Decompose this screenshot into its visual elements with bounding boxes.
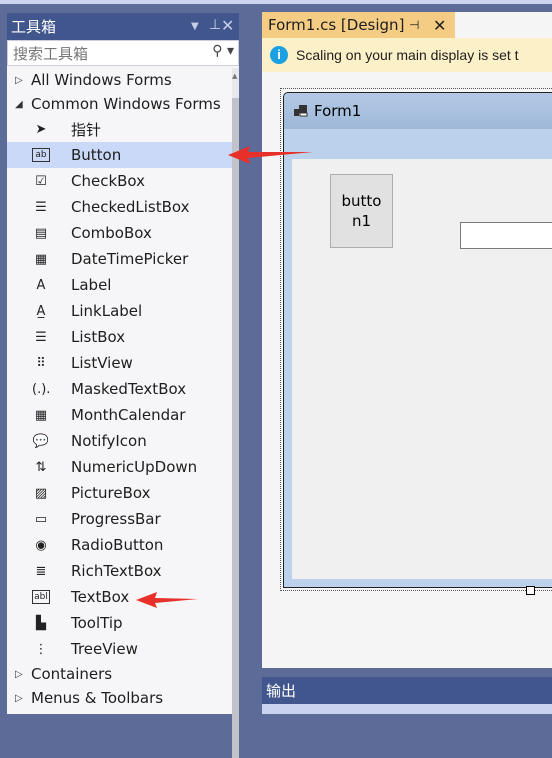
annotation-arrows [136,146,313,608]
arrow-to-button [228,146,313,164]
arrow-to-textbox [136,592,198,608]
